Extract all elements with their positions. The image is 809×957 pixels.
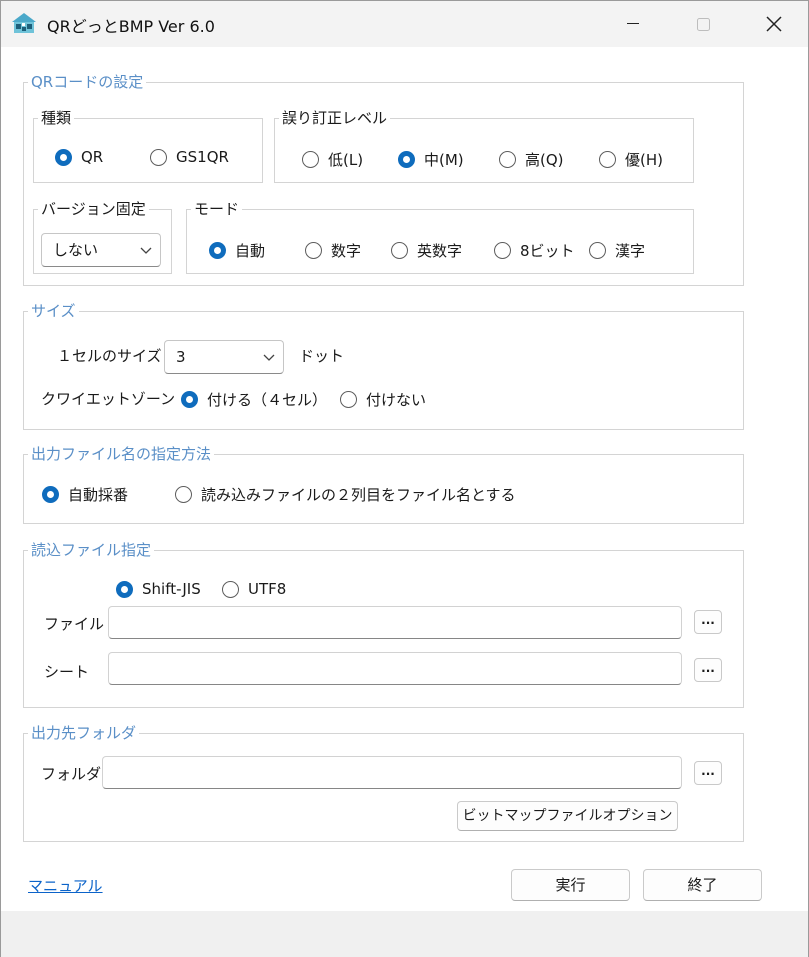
radio-indicator — [42, 486, 59, 503]
filename-radio-column2[interactable]: 読み込みファイルの２列目をファイル名とする — [175, 484, 516, 505]
cell-size-label: １セルのサイズ — [57, 347, 162, 365]
sheet-label: シート — [44, 663, 90, 681]
radio-indicator — [150, 148, 167, 166]
output-folder-legend: 出力先フォルダ — [31, 724, 137, 742]
radio-indicator — [305, 242, 322, 259]
ec-radio-medium[interactable]: 中(M) — [398, 149, 464, 170]
radio-indicator — [222, 580, 239, 598]
error-correction-group: 誤り訂正レベル — [274, 109, 694, 183]
quiet-zone-label: クワイエットゾーン — [41, 390, 176, 408]
cell-size-unit: ドット — [299, 347, 345, 365]
run-button[interactable]: 実行 — [511, 869, 630, 901]
type-group: 種類 — [33, 109, 263, 183]
chevron-down-icon — [263, 354, 275, 361]
radio-indicator — [55, 148, 72, 166]
type-radio-gs1qr[interactable]: GS1QR — [150, 148, 229, 166]
folder-label: フォルダ — [41, 765, 102, 783]
radio-indicator — [589, 242, 606, 259]
quiet-zone-radio-off[interactable]: 付けない — [340, 389, 426, 410]
mode-radio-auto[interactable]: 自動 — [209, 240, 265, 261]
title-bar[interactable]: QRどっとBMP Ver 6.0 — [1, 1, 808, 47]
encoding-radio-shiftjis[interactable]: Shift-JIS — [116, 580, 201, 598]
mode-radio-8bit[interactable]: 8ビット — [494, 240, 575, 261]
file-path-input[interactable] — [108, 606, 682, 639]
app-window: QRどっとBMP Ver 6.0 QRコードの設定 種類 QR GS1QR 誤り… — [0, 0, 809, 957]
radio-indicator — [398, 151, 415, 168]
radio-indicator — [340, 391, 357, 408]
mode-radio-kanji[interactable]: 漢字 — [589, 240, 645, 261]
sheet-browse-button[interactable]: ... — [694, 658, 722, 682]
manual-link[interactable]: マニュアル — [28, 875, 103, 896]
status-strip — [1, 911, 808, 957]
radio-indicator — [599, 151, 616, 168]
maximize-icon — [696, 17, 710, 31]
file-label: ファイル — [44, 615, 105, 633]
cell-size-select[interactable]: 3 — [164, 340, 284, 374]
output-filename-legend: 出力ファイル名の指定方法 — [31, 445, 212, 463]
type-legend: 種類 — [41, 109, 72, 127]
bitmap-options-button[interactable]: ビットマップファイルオプション — [457, 801, 678, 831]
radio-indicator — [391, 242, 408, 259]
radio-indicator — [209, 242, 226, 259]
radio-indicator — [175, 486, 192, 503]
ec-radio-quartile[interactable]: 高(Q) — [499, 149, 564, 170]
close-icon — [766, 16, 782, 32]
radio-indicator — [116, 580, 133, 598]
error-correction-legend: 誤り訂正レベル — [282, 109, 388, 127]
file-browse-button[interactable]: ... — [694, 610, 722, 634]
size-group: サイズ — [23, 302, 744, 430]
input-file-legend: 読込ファイル指定 — [31, 541, 152, 559]
type-radio-qr[interactable]: QR — [55, 148, 103, 166]
radio-indicator — [494, 242, 511, 259]
qr-house-icon — [12, 13, 36, 33]
chevron-down-icon — [140, 247, 152, 254]
qr-settings-legend: QRコードの設定 — [31, 73, 144, 91]
size-legend: サイズ — [31, 302, 76, 320]
radio-indicator — [499, 151, 516, 168]
radio-indicator — [302, 151, 319, 168]
minimize-icon — [627, 23, 639, 24]
encoding-radio-utf8[interactable]: UTF8 — [222, 580, 286, 598]
main-content: QRコードの設定 種類 QR GS1QR 誤り訂正レベル 低(L) 中(M) 高… — [1, 47, 808, 911]
quiet-zone-radio-on[interactable]: 付ける（４セル） — [181, 389, 327, 410]
maximize-button[interactable] — [680, 1, 726, 47]
mode-radio-alphanumeric[interactable]: 英数字 — [391, 240, 462, 261]
radio-indicator — [181, 391, 198, 408]
window-title: QRどっとBMP Ver 6.0 — [47, 17, 215, 36]
folder-browse-button[interactable]: ... — [694, 761, 722, 785]
ec-radio-low[interactable]: 低(L) — [302, 149, 363, 170]
filename-radio-auto[interactable]: 自動採番 — [42, 484, 128, 505]
mode-group: モード — [186, 200, 694, 274]
sheet-input[interactable] — [108, 652, 682, 685]
close-button[interactable] — [751, 1, 797, 47]
mode-legend: モード — [194, 200, 240, 218]
mode-radio-numeric[interactable]: 数字 — [305, 240, 361, 261]
minimize-button[interactable] — [610, 1, 656, 47]
ec-radio-high[interactable]: 優(H) — [599, 149, 663, 170]
version-select[interactable]: しない — [41, 233, 161, 267]
version-legend: バージョン固定 — [41, 200, 146, 218]
exit-button[interactable]: 終了 — [643, 869, 762, 901]
folder-path-input[interactable] — [102, 756, 682, 789]
